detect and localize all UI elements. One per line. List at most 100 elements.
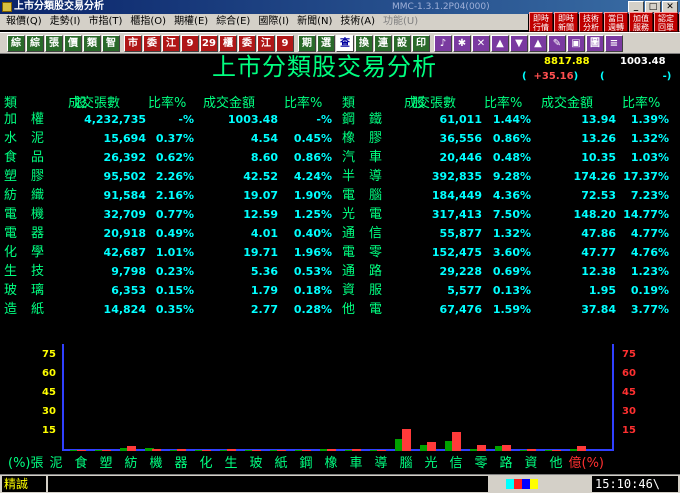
quick-button-5[interactable]: 認定回單 <box>654 12 678 32</box>
toolbar-button-21[interactable]: 印 <box>412 35 430 52</box>
toolbar-button-6[interactable]: 市 <box>124 35 142 52</box>
table-row: 通信 55,877 1.32% 47.86 4.77% <box>0 224 680 243</box>
col-header-left-amount-pct: 比率% <box>284 96 323 111</box>
quick-button-3[interactable]: 當日週轉 <box>604 12 628 32</box>
chart-category-label: 他 <box>549 456 563 471</box>
right-amt-cell: 148.20 <box>573 208 616 221</box>
toolbar-button-22[interactable]: ♪ <box>434 35 452 52</box>
menu-item-2[interactable]: 市指(T) <box>84 14 126 30</box>
toolbar-button-1[interactable]: 綜 <box>26 35 44 52</box>
menu-item-6[interactable]: 國際(I) <box>254 14 293 30</box>
toolbar-button-10[interactable]: 29 <box>200 35 218 52</box>
right-vol-cell: 29,228 <box>439 265 482 278</box>
bar-chart <box>62 344 614 451</box>
toolbar-button-27[interactable]: ▲ <box>529 35 547 52</box>
right-amt-cell: 72.53 <box>581 189 616 202</box>
toolbar-button-25[interactable]: ▲ <box>491 35 509 52</box>
right-amt-pct-cell: 14.77% <box>623 208 669 221</box>
bar-amount-9 <box>302 450 311 451</box>
toolbar-button-18[interactable]: 換 <box>355 35 373 52</box>
chart-category-label: 零 <box>474 456 488 471</box>
right-vol-pct-cell: 1.59% <box>492 303 531 316</box>
table-row: 橡膠 36,556 0.86% 13.26 1.32% <box>0 129 680 148</box>
toolbar-button-20[interactable]: 設 <box>393 35 411 52</box>
quick-button-1[interactable]: 即時新聞 <box>554 12 578 32</box>
right-amt-pct-cell: 4.76% <box>630 246 669 259</box>
right-amt-cell: 13.94 <box>581 113 616 126</box>
toolbar-button-19[interactable]: 連 <box>374 35 392 52</box>
bar-amount-12 <box>377 449 386 451</box>
bar-amount-0 <box>77 450 86 451</box>
table-row: 他電 67,476 1.59% 37.84 3.77% <box>0 300 680 319</box>
right-vol-cell: 152,475 <box>431 246 482 259</box>
menu-item-5[interactable]: 綜合(E) <box>212 14 254 30</box>
toolbar-button-7[interactable]: 委 <box>143 35 161 52</box>
y-tick-left: 75 <box>42 349 56 360</box>
toolbar-button-23[interactable]: ✱ <box>453 35 471 52</box>
toolbar-button-4[interactable]: 類 <box>83 35 101 52</box>
right-vol-cell: 61,011 <box>439 113 482 126</box>
right-vol-pct-cell: 1.44% <box>492 113 531 126</box>
toolbar-button-26[interactable]: ▼ <box>510 35 528 52</box>
quick-button-2[interactable]: 技術分析 <box>579 12 603 32</box>
chart-category-label: 腦 <box>399 456 413 471</box>
app-icon <box>2 2 12 12</box>
toolbar-button-9[interactable]: 9 <box>181 35 199 52</box>
toolbar-button-15[interactable]: 期 <box>298 35 316 52</box>
toolbar-button-14[interactable]: 9 <box>276 35 294 52</box>
toolbar-button-12[interactable]: 委 <box>238 35 256 52</box>
toolbar-button-24[interactable]: ✕ <box>472 35 490 52</box>
status-message-field <box>48 476 488 492</box>
toolbar-button-5[interactable]: 智 <box>102 35 120 52</box>
toolbar-button-30[interactable]: 圖 <box>586 35 604 52</box>
bar-amount-8 <box>277 450 286 451</box>
y-tick-left: 30 <box>42 406 56 417</box>
index-value-1: 8817.88 <box>544 56 590 67</box>
bar-amount-15 <box>452 432 461 451</box>
right-vol-cell: 317,413 <box>431 208 482 221</box>
right-name-cell: 電腦 <box>342 188 397 203</box>
quick-button-4[interactable]: 加值服務 <box>629 12 653 32</box>
bar-amount-7 <box>252 450 261 451</box>
table-row: 半導 392,835 9.28% 174.26 17.37% <box>0 167 680 186</box>
y-tick-right: 60 <box>622 368 636 379</box>
y-tick-right: 15 <box>622 425 636 436</box>
right-amt-pct-cell: 4.77% <box>630 227 669 240</box>
right-vol-pct-cell: 4.36% <box>492 189 531 202</box>
menu-item-8[interactable]: 技術(A) <box>336 14 379 30</box>
bar-amount-5 <box>202 450 211 451</box>
status-bar: 精誠 15:10:46\ <box>0 474 680 493</box>
toolbar-button-2[interactable]: 張 <box>45 35 63 52</box>
chart-category-strip: (%)張泥食塑紡機器化生玻紙鋼橡車導腦光信零路資他億(%) <box>8 452 604 471</box>
menu-item-4[interactable]: 期權(E) <box>170 14 212 30</box>
quick-button-0[interactable]: 即時行情 <box>529 12 553 32</box>
toolbar-button-3[interactable]: 價 <box>64 35 82 52</box>
toolbar-button-17[interactable]: 查 <box>336 35 354 52</box>
chart-category-label: 車 <box>349 456 363 471</box>
chart-category-label: 路 <box>499 456 513 471</box>
toolbar-button-11[interactable]: 櫃 <box>219 35 237 52</box>
bar-amount-11 <box>352 449 361 451</box>
menu-item-3[interactable]: 櫃指(O) <box>126 14 170 30</box>
right-name-cell: 通信 <box>342 226 397 241</box>
menu-item-1[interactable]: 走勢(I) <box>46 14 85 30</box>
toolbar-button-0[interactable]: 綜 <box>7 35 25 52</box>
bar-amount-17 <box>502 444 511 451</box>
right-amt-cell: 47.86 <box>581 227 616 240</box>
y-tick-left: 15 <box>42 425 56 436</box>
right-name-cell: 光電 <box>342 207 397 222</box>
table-row: 電零 152,475 3.60% 47.77 4.76% <box>0 243 680 262</box>
toolbar-button-31[interactable]: ≡ <box>605 35 623 52</box>
chart-category-label: 資 <box>524 456 538 471</box>
chart-xlabel-right: 億(%) <box>568 456 605 471</box>
menu-item-9[interactable]: 功能(U) <box>379 14 422 30</box>
toolbar-button-29[interactable]: ▣ <box>567 35 585 52</box>
menu-item-0[interactable]: 報價(Q) <box>2 14 46 30</box>
toolbar-button-28[interactable]: ✎ <box>548 35 566 52</box>
menu-item-7[interactable]: 新聞(N) <box>293 14 336 30</box>
y-tick-right: 75 <box>622 349 636 360</box>
toolbar-button-16[interactable]: 選 <box>317 35 335 52</box>
toolbar-button-13[interactable]: 江 <box>257 35 275 52</box>
right-vol-pct-cell: 7.50% <box>492 208 531 221</box>
toolbar-button-8[interactable]: 江 <box>162 35 180 52</box>
